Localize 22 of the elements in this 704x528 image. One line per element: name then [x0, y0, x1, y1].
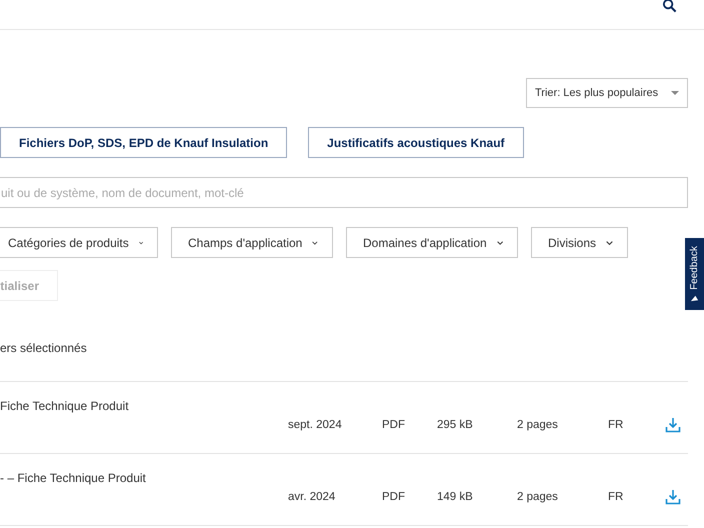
filter-dropdown[interactable]: Catégories de produits: [0, 227, 158, 258]
sort-dropdown[interactable]: Trier: Les plus populaires: [526, 78, 688, 108]
filter-dropdown[interactable]: Domaines d'application: [346, 227, 518, 258]
document-format: PDF: [382, 419, 406, 431]
document-size: 295 kB: [437, 419, 474, 431]
link-button[interactable]: Justificatifs acoustiques Knauf: [308, 127, 524, 158]
document-size: 149 kB: [437, 491, 474, 503]
page-count: 2 pages: [517, 491, 559, 503]
document-date: sept. 2024: [288, 419, 343, 431]
document-language: FR: [608, 491, 624, 503]
link-button[interactable]: Fichiers DoP, SDS, EPD de Knauf Insulation: [0, 127, 288, 158]
selection-text: ers sélectionnés: [0, 341, 88, 357]
search-field[interactable]: uit ou de système, nom de document, mot-clé: [0, 177, 688, 208]
filter-dropdown[interactable]: Divisions: [531, 227, 628, 258]
document-title[interactable]: Fiche Technique Produit: [0, 382, 688, 413]
document-format: PDF: [382, 491, 406, 503]
document-title[interactable]: - – Fiche Technique Produit: [0, 454, 688, 485]
page-count: 2 pages: [517, 419, 559, 431]
filter-dropdown[interactable]: Champs d'application: [171, 227, 333, 258]
document-date: avr. 2024: [288, 491, 336, 503]
feedback-tab[interactable]: Feedback: [685, 238, 704, 310]
document-language: FR: [608, 419, 624, 431]
